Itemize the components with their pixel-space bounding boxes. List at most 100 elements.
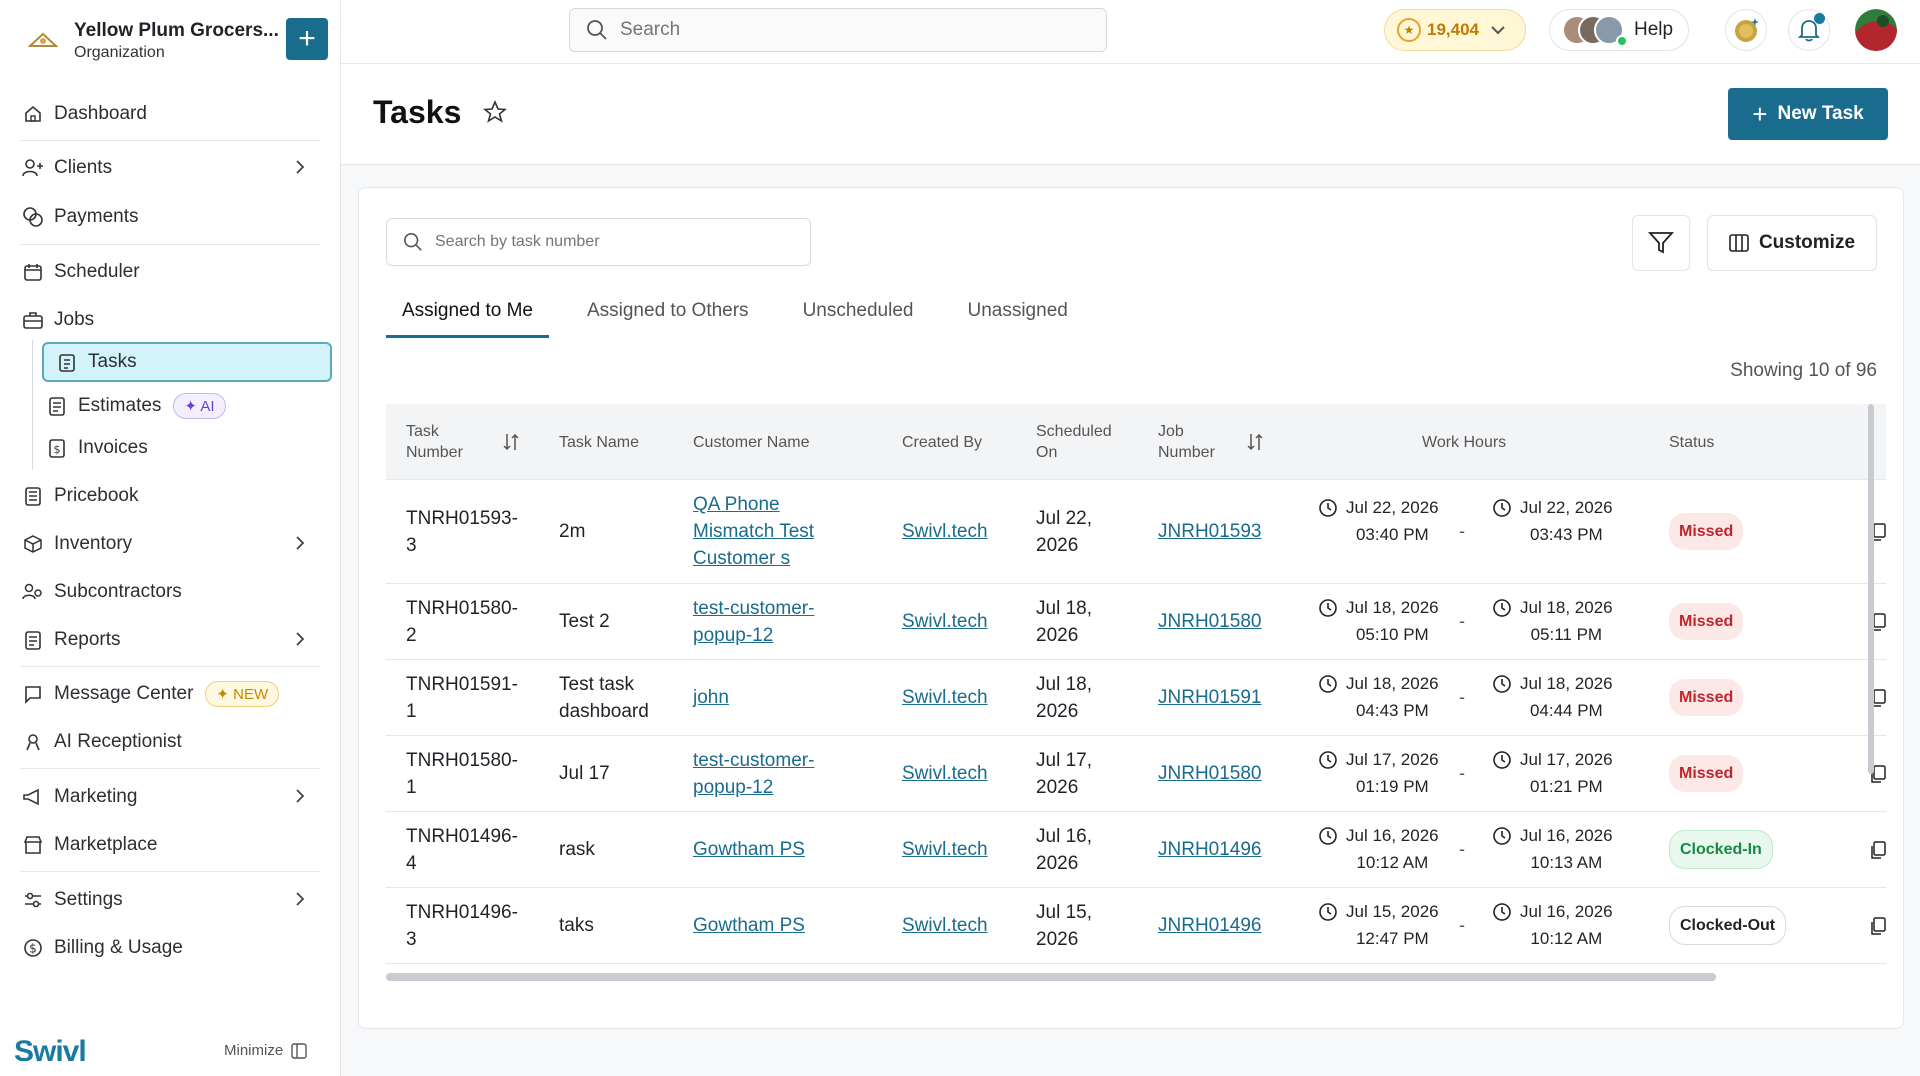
status-badge: Missed [1669,584,1744,659]
sidebar-item-dashboard[interactable]: Dashboard [20,94,320,134]
clock-icon [1493,903,1511,921]
divider [20,140,320,141]
sidebar-item-estimates[interactable]: Estimates ✦ AI [44,386,332,426]
customer-link[interactable]: test-customer-popup-12 [693,736,814,811]
range-dash: - [1459,687,1465,707]
table-row[interactable]: TNRH01496- 3 taks Gowtham PS Swivl.tech J… [386,888,1886,964]
notifications-button[interactable] [1788,9,1830,51]
help-button[interactable]: Help [1549,9,1689,51]
task-tabs: Assigned to Me Assigned to Others Unsche… [386,288,1106,338]
sidebar-item-label: Inventory [54,533,133,554]
range-dash: - [1459,611,1465,631]
job-number-link[interactable]: JNRH01496 [1158,888,1262,963]
sidebar-item-label: Message Center [54,683,194,704]
customize-button[interactable]: Customize [1707,215,1877,271]
sidebar-item-label: Estimates [78,395,162,416]
chevron-right-icon [296,536,305,550]
job-number-link[interactable]: JNRH01580 [1158,736,1262,811]
customize-label: Customize [1758,232,1856,253]
sidebar-item-marketing[interactable]: Marketing [20,777,320,817]
search-input[interactable] [620,17,1090,43]
vertical-scrollbar[interactable] [1868,404,1874,774]
created-by-link[interactable]: Swivl.tech [902,736,988,811]
sidebar-item-label: Billing & Usage [54,937,183,958]
table-row[interactable]: TNRH01580- 2 Test 2 test-customer-popup-1… [386,584,1886,660]
sidebar-item-reports[interactable]: Reports [20,620,320,660]
sort-icon[interactable] [502,432,520,452]
job-number-link[interactable]: JNRH01591 [1158,660,1262,735]
table-row[interactable]: TNRH01580- 1 Jul 17 test-customer-popup-1… [386,736,1886,812]
star-icon[interactable] [483,100,507,124]
table-row[interactable]: TNRH01593- 3 2m QA Phone Mismatch Test Cust… [386,480,1886,584]
help-label: Help [1634,19,1674,40]
sidebar-item-payments[interactable]: Payments [20,197,320,237]
sidebar-item-ai-receptionist[interactable]: AI Receptionist [20,722,320,762]
sidebar-item-jobs[interactable]: Jobs [20,300,320,340]
work-end: Jul 18, 2026 04:44 PM [1492,660,1613,735]
work-end: Jul 16, 2026 10:12 AM [1492,888,1613,963]
task-search[interactable] [386,218,811,266]
sidebar-item-inventory[interactable]: Inventory [20,524,320,564]
col-task-name: Task Name [559,433,640,451]
scrollbar-thumb[interactable] [386,973,1716,981]
work-end: Jul 22, 2026 03:43 PM [1492,480,1613,583]
new-task-button[interactable]: + New Task [1728,88,1888,140]
box-icon [20,531,46,557]
calendar-icon [20,259,46,285]
customer-link[interactable]: test-customer-popup-12 [693,584,814,659]
sidebar-item-marketplace[interactable]: Marketplace [20,825,320,865]
user-avatar[interactable] [1855,9,1897,51]
sidebar-item-billing[interactable]: $ Billing & Usage [20,928,320,968]
sidebar-item-settings[interactable]: Settings [20,880,320,920]
sidebar-item-pricebook[interactable]: Pricebook [20,476,320,516]
job-number-link[interactable]: JNRH01593 [1158,480,1262,583]
table-row[interactable]: TNRH01496- 4 rask Gowtham PS Swivl.tech J… [386,812,1886,888]
copy-icon[interactable] [1870,888,1886,963]
store-icon [20,832,46,858]
sort-icon[interactable] [1246,432,1264,452]
sidebar-item-scheduler[interactable]: Scheduler [20,252,320,292]
job-number-link[interactable]: JNRH01580 [1158,584,1262,659]
col-customer-name: Customer Name [693,433,810,451]
tab-unassigned[interactable]: Unassigned [951,288,1083,338]
scheduled-on: Jul 18, 2026 [1036,597,1092,646]
customer-link[interactable]: Gowtham PS [693,888,805,963]
sidebar-item-invoices[interactable]: $ Invoices [44,428,332,468]
scheduled-on: Jul 15, 2026 [1036,901,1092,950]
customer-link[interactable]: QA Phone Mismatch Test Customer s [693,480,814,583]
sidebar-item-message-center[interactable]: Message Center ✦ NEW [20,674,320,714]
columns-icon [1729,234,1749,252]
task-search-input[interactable] [435,231,795,253]
sidebar-item-clients[interactable]: Clients [20,148,320,188]
sidebar-item-subcontractors[interactable]: Subcontractors [20,572,320,612]
filter-button[interactable] [1632,215,1690,271]
sidebar-item-label: Scheduler [54,261,140,282]
org-switcher[interactable]: Yellow Plum Grocers... Organization + [20,16,330,66]
col-status: Status [1669,433,1715,451]
global-search[interactable] [569,8,1107,52]
credits-button[interactable]: ★ 19,404 [1384,9,1526,51]
table-row[interactable]: TNRH01591- 1 Test task dashboard john Swiv… [386,660,1886,736]
horizontal-scrollbar[interactable] [386,973,1886,981]
created-by-link[interactable]: Swivl.tech [902,480,988,583]
status-badge: Missed [1669,736,1744,811]
copy-icon[interactable] [1870,812,1886,887]
coin-icon: ★ [1397,18,1421,42]
tab-assigned-to-me[interactable]: Assigned to Me [386,288,549,338]
job-number-link[interactable]: JNRH01496 [1158,812,1262,887]
report-icon [20,627,46,653]
tree-line [32,340,33,470]
tab-assigned-to-others[interactable]: Assigned to Others [571,288,765,338]
customer-link[interactable]: john [693,660,729,735]
tab-unscheduled[interactable]: Unscheduled [787,288,930,338]
sidebar-item-tasks[interactable]: Tasks [42,342,332,382]
minimize-button[interactable]: Minimize [224,1042,307,1059]
created-by-link[interactable]: Swivl.tech [902,584,988,659]
created-by-link[interactable]: Swivl.tech [902,660,988,735]
created-by-link[interactable]: Swivl.tech [902,812,988,887]
add-button[interactable]: + [286,18,328,60]
work-end: Jul 17, 2026 01:21 PM [1492,736,1613,811]
created-by-link[interactable]: Swivl.tech [902,888,988,963]
rewards-button[interactable] [1725,9,1767,51]
customer-link[interactable]: Gowtham PS [693,812,805,887]
